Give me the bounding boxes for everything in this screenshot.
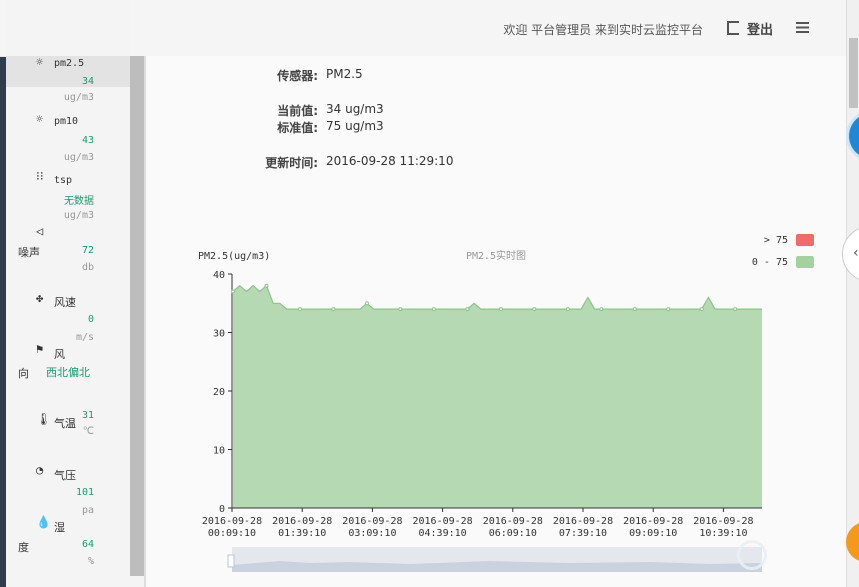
updated-value: 2016-09-28 11:29:10 xyxy=(326,154,454,168)
speaker-icon: ◁ xyxy=(36,224,44,238)
y-tick-label: 10 xyxy=(213,446,225,457)
site-watermark xyxy=(735,538,859,587)
zoom-slider[interactable] xyxy=(227,547,762,572)
sun-icon: ☼ xyxy=(36,112,44,126)
data-point xyxy=(666,307,671,312)
data-point xyxy=(532,307,537,312)
data-point xyxy=(699,307,704,312)
sidebar-item-pm10[interactable]: ☼ pm10 43 ug/m3 xyxy=(6,112,130,168)
x-tick-time: 01:39:10 xyxy=(278,528,326,539)
sensor-label: 传感器: xyxy=(277,69,318,83)
x-tick-time: 00:09:10 xyxy=(208,528,256,539)
area-line xyxy=(232,284,762,310)
page-scrollbar[interactable] xyxy=(846,0,859,587)
x-tick-date: 2016-09-28 xyxy=(693,516,753,527)
thermometer-icon: 🌡 xyxy=(36,412,52,426)
data-point xyxy=(297,307,302,312)
y-tick-label: 0 xyxy=(219,504,225,515)
x-tick-time: 04:39:10 xyxy=(419,528,467,539)
logout-label: 登出 xyxy=(746,23,773,38)
y-tick-label: 20 xyxy=(213,387,225,398)
legend-label: 0 - 75 xyxy=(752,257,788,268)
sidebar-item-winddir[interactable]: ⚑ 风 向 西北偏北 xyxy=(6,342,130,383)
data-point xyxy=(733,307,738,312)
chart-title: PM2.5实时图 xyxy=(466,249,526,262)
sidebar-item-pm25[interactable]: ☼ pm2.5 34 xyxy=(6,55,130,87)
data-point xyxy=(565,307,570,312)
sidebar-item-windspeed[interactable]: ✤ 风速 0 m/s xyxy=(6,291,130,344)
sidebar-item-humidity[interactable]: 💧 湿 度 64 % xyxy=(6,515,130,570)
watermark-logo xyxy=(737,540,767,570)
unit-pm25: ug/m3 xyxy=(63,92,94,103)
y-tick-label: 40 xyxy=(213,270,225,281)
sidebar-item-tsp[interactable]: ⁝⁝ tsp 无数据 ug/m3 xyxy=(6,169,130,226)
x-tick-date: 2016-09-28 xyxy=(553,516,613,527)
data-point xyxy=(498,307,503,312)
area-fill xyxy=(233,285,762,508)
chevron-left-icon: ‹ xyxy=(853,245,859,261)
logout-button[interactable]: 登出 xyxy=(726,19,773,38)
standard-value: 75 ug/m3 xyxy=(326,119,384,133)
x-tick-time: 03:09:10 xyxy=(348,528,396,539)
legend-label: > 75 xyxy=(764,235,788,246)
page-scrollbar-thumb[interactable] xyxy=(849,38,858,108)
current-label: 当前值: xyxy=(277,104,318,118)
y-tick-label: 30 xyxy=(213,329,225,340)
sun-icon: ☼ xyxy=(36,55,44,69)
data-point xyxy=(364,301,369,306)
x-tick-date: 2016-09-28 xyxy=(483,516,543,527)
x-tick-time: 07:39:10 xyxy=(559,528,607,539)
standard-label: 标准值: xyxy=(277,121,318,135)
chart-legend: > 75 0 - 75 xyxy=(752,234,814,268)
x-tick-time: 09:09:10 xyxy=(629,528,677,539)
y-axis: 0 10 20 30 40 xyxy=(213,270,233,515)
legend-swatch[interactable] xyxy=(796,234,814,246)
gauge-icon: ◔ xyxy=(36,463,44,477)
menu-icon[interactable] xyxy=(796,22,809,33)
data-point xyxy=(632,307,637,312)
fan-icon: ✤ xyxy=(36,291,44,305)
sensor-value: PM2.5 xyxy=(326,67,363,81)
chart-ylabel: PM2.5(ug/m3) xyxy=(198,251,270,262)
data-point xyxy=(331,307,336,312)
x-tick-date: 2016-09-28 xyxy=(272,516,332,527)
updated-label: 更新时间: xyxy=(265,156,318,170)
data-point xyxy=(231,289,235,294)
sensor-sidebar: ☼ pm2.5 34 ug/m3 ☼ pm10 43 ug/m3 ⁝⁝ tsp … xyxy=(6,0,130,587)
pm25-chart: PM2.5(ug/m3) PM2.5实时图 > 75 0 - 75 0 10 20 30… xyxy=(198,234,814,572)
current-value: 34 ug/m3 xyxy=(326,102,384,116)
area-series xyxy=(231,283,762,508)
welcome-text: 欢迎 平台管理员 来到实时云监控平台 xyxy=(503,23,703,37)
data-point xyxy=(398,307,403,312)
data-point xyxy=(599,307,604,312)
legend-swatch[interactable] xyxy=(796,256,814,268)
sidebar-scrollbar[interactable] xyxy=(130,56,144,576)
sidebar-item-temp[interactable]: 🌡 气温 31 ℃ xyxy=(6,409,130,443)
x-tick-date: 2016-09-28 xyxy=(342,516,402,527)
x-tick-date: 2016-09-28 xyxy=(623,516,683,527)
dust-icon: ⁝⁝ xyxy=(36,169,44,183)
data-point xyxy=(465,307,470,312)
x-axis: 2016-09-2800:09:102016-09-2801:39:102016… xyxy=(202,507,762,539)
x-tick-time: 06:09:10 xyxy=(489,528,537,539)
data-point xyxy=(264,283,269,288)
sidebar-item-noise[interactable]: ◁ 噪声 72 db xyxy=(6,224,130,276)
drop-icon: 💧 xyxy=(36,515,51,529)
logout-icon xyxy=(726,21,739,35)
x-tick-date: 2016-09-28 xyxy=(412,516,472,527)
flag-icon: ⚑ xyxy=(36,342,44,356)
x-tick-date: 2016-09-28 xyxy=(202,516,262,527)
data-point xyxy=(431,307,436,312)
sidebar-item-pressure[interactable]: ◔ 气压 101 pa xyxy=(6,463,130,518)
